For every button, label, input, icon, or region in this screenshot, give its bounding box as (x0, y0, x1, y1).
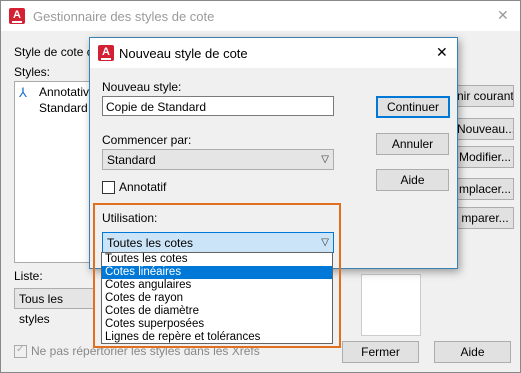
cancel-button[interactable]: Annuler (376, 133, 449, 155)
autocad-logo-icon: A (9, 8, 25, 24)
parent-title: Gestionnaire des styles de cote (33, 9, 215, 24)
start-with-select[interactable]: Standard ▽ (102, 149, 334, 170)
annotative-label: Annotatif (119, 180, 167, 194)
dropdown-option[interactable]: Cotes de diamètre (102, 305, 332, 318)
dialog-help-button[interactable]: Aide (376, 169, 449, 191)
use-for-dropdown-list[interactable]: Toutes les cotes Cotes linéaires Cotes a… (101, 252, 333, 344)
autocad-logo-icon: A (98, 45, 114, 61)
dialog-titlebar: A Nouveau style de cote ✕ (90, 38, 457, 68)
list-label: Liste: (14, 269, 43, 283)
close-icon[interactable]: ✕ (436, 44, 448, 61)
dropdown-option[interactable]: Cotes superposées (102, 318, 332, 331)
dropdown-option-selected[interactable]: Cotes linéaires (102, 266, 332, 279)
set-current-button[interactable]: nir courant (456, 85, 514, 107)
styles-list-item[interactable]: Standard (39, 101, 88, 115)
styles-list-item[interactable]: Annotative (39, 85, 96, 99)
chevron-down-icon: ▽ (321, 154, 329, 165)
dialog-title: Nouveau style de cote (119, 46, 248, 61)
list-filter-select[interactable]: Tous les styles (14, 288, 94, 326)
checkmark-icon: ✓ (16, 344, 25, 355)
styles-list[interactable]: ⅄ Annotative Standard (14, 81, 96, 263)
current-style-label: Style de cote co (14, 45, 100, 59)
list-filter-value: Tous les styles (19, 292, 64, 326)
dropdown-option[interactable]: Toutes les cotes (102, 253, 332, 266)
start-with-value: Standard (107, 153, 156, 167)
new-style-label: Nouveau style: (102, 80, 182, 94)
styles-label: Styles: (14, 65, 51, 79)
compare-button[interactable]: mparer... (456, 207, 514, 229)
help-button[interactable]: Aide (434, 341, 511, 363)
description-box (361, 274, 421, 336)
start-with-label: Commencer par: (102, 133, 192, 147)
replace-button[interactable]: mplacer... (456, 178, 514, 200)
close-button[interactable]: Fermer (342, 341, 419, 363)
modify-button[interactable]: Modifier... (456, 146, 514, 168)
dropdown-option[interactable]: Cotes angulaires (102, 279, 332, 292)
parent-titlebar: A Gestionnaire des styles de cote ✕ (1, 1, 520, 31)
new-style-input[interactable]: Copie de Standard (102, 96, 334, 116)
dropdown-option[interactable]: Lignes de repère et tolérances (102, 331, 332, 344)
annotative-icon: ⅄ (19, 85, 27, 100)
new-button[interactable]: Nouveau... (456, 118, 514, 140)
close-icon[interactable]: ✕ (497, 7, 509, 24)
dropdown-option[interactable]: Cotes de rayon (102, 292, 332, 305)
annotative-checkbox[interactable] (102, 181, 115, 194)
continue-button[interactable]: Continuer (376, 96, 450, 118)
